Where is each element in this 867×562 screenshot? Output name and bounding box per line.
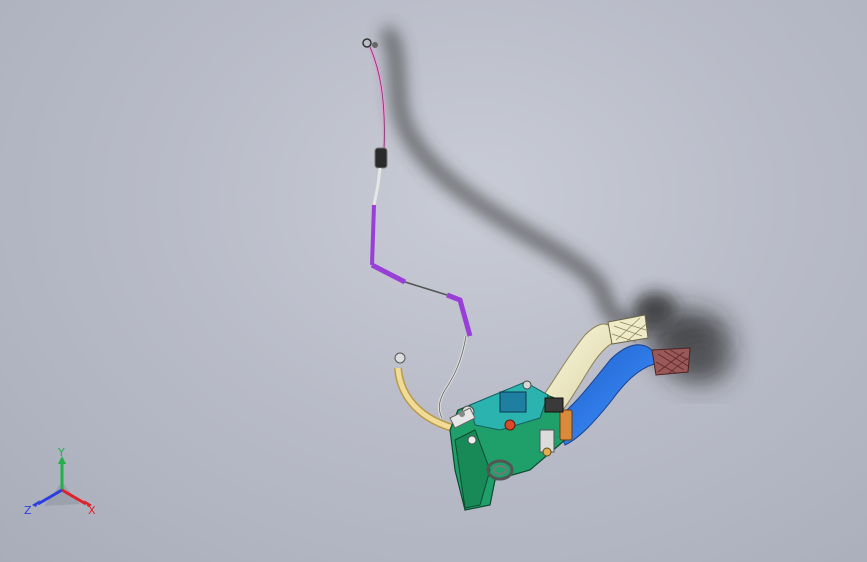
cable-connector [374, 147, 388, 169]
axis-triad: Y X Z [22, 448, 106, 522]
pedal-switch [559, 409, 573, 441]
model-shadow [379, 25, 730, 382]
3d-viewport[interactable]: Y X Z [0, 0, 867, 562]
cable-purple-segment-3 [446, 292, 473, 337]
pedal-bracket[interactable] [449, 380, 573, 511]
cable-end-nut [372, 42, 378, 48]
x-axis-label: X [88, 504, 96, 517]
model-canvas[interactable] [0, 0, 867, 562]
cable-assembly[interactable] [362, 38, 473, 419]
master-cylinder-mount [499, 391, 527, 413]
cable-purple-segment-1 [370, 204, 376, 266]
pivot-bolt [504, 419, 516, 431]
triad-graphic: Y X Z [24, 448, 96, 517]
hose-fitting [394, 352, 406, 364]
z-axis-label: Z [24, 504, 32, 517]
y-axis-label: Y [57, 448, 65, 459]
cable-end-fitting [362, 38, 372, 48]
cable-purple-segment-2 [370, 262, 407, 285]
